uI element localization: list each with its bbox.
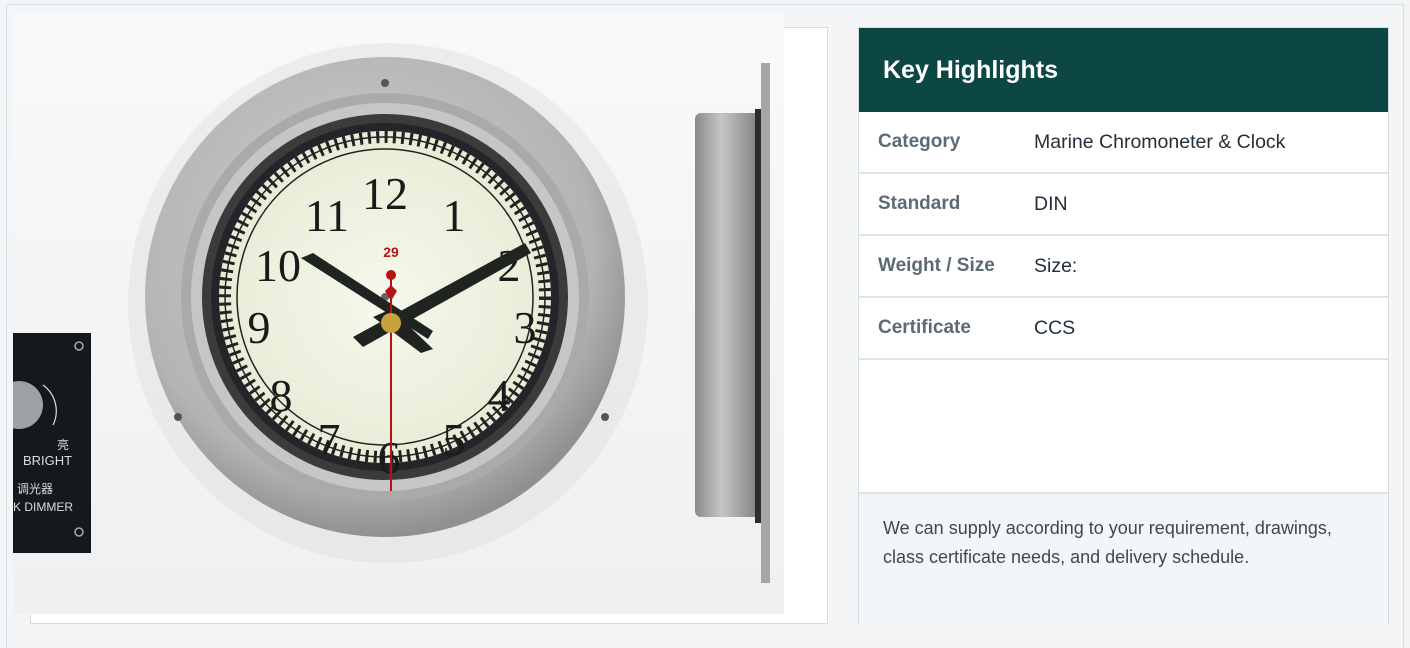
numeral-6: 6: [378, 432, 401, 483]
spec-value: DIN: [1034, 192, 1068, 215]
spec-label: Weight / Size: [878, 255, 995, 276]
key-highlights-header: Key Highlights: [859, 28, 1388, 112]
numeral-1: 1: [443, 190, 466, 241]
numeral-5: 5: [443, 414, 466, 465]
numeral-7: 7: [318, 414, 341, 465]
spec-row-certificate: Certificate CCS: [859, 298, 1388, 360]
spec-row-weight-size: Weight / Size Size:: [859, 236, 1388, 298]
spec-value: Marine Chromoneter & Clock: [1034, 130, 1286, 153]
supply-note: We can supply according to your requirem…: [859, 494, 1388, 626]
spec-label: Category: [878, 131, 961, 152]
numeral-9: 9: [248, 302, 271, 353]
dimmer-label: K DIMMER: [13, 500, 73, 514]
spec-value: Size:: [1034, 254, 1078, 277]
dimmer-panel: 亮 BRIGHT 调光器 K DIMMER: [13, 333, 91, 553]
dimmer-label-bright-cn: 亮: [57, 437, 69, 452]
clock-side-view: [695, 63, 770, 583]
dimmer-label-bright: BRIGHT: [23, 453, 72, 468]
key-highlights-panel: Key Highlights Category Marine Chromonet…: [858, 27, 1389, 626]
spec-row-category: Category Marine Chromoneter & Clock: [859, 112, 1388, 174]
dimmer-label-cn: 调光器: [17, 482, 53, 496]
spec-label: Standard: [878, 193, 961, 214]
numeral-12: 12: [362, 168, 408, 219]
numeral-4: 4: [488, 370, 511, 421]
numeral-11: 11: [305, 190, 349, 241]
spec-value: CCS: [1034, 316, 1076, 339]
spec-row-standard: Standard DIN: [859, 174, 1388, 236]
product-image: 亮 BRIGHT 调光器 K DIMMER 12 1 2 3 4 5 6 7 8…: [13, 13, 784, 614]
numeral-3: 3: [514, 302, 537, 353]
dial-logo: 29: [383, 244, 399, 260]
spec-label: Certificate: [878, 317, 971, 338]
key-highlights-title: Key Highlights: [883, 55, 1059, 84]
numeral-10: 10: [255, 240, 301, 291]
numeral-8: 8: [270, 370, 293, 421]
empty-spec-area: [859, 360, 1388, 494]
